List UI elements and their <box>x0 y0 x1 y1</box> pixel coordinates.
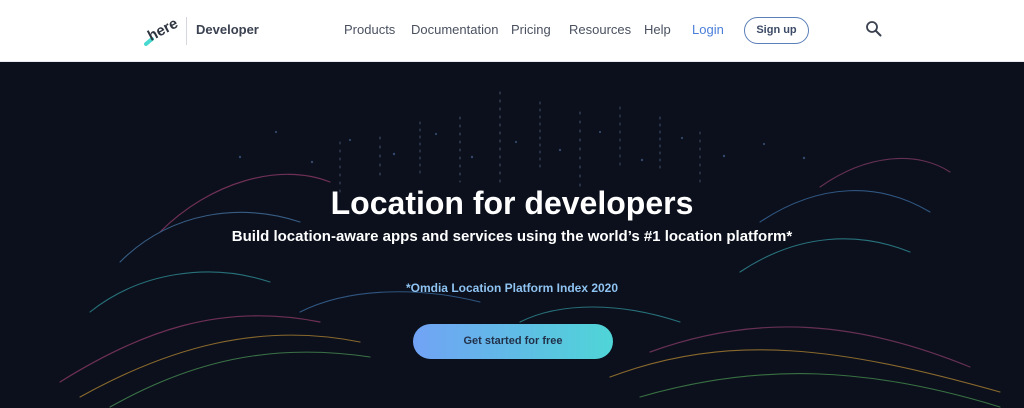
nav-products[interactable]: Products <box>344 22 395 37</box>
hero-subtitle: Build location-aware apps and services u… <box>231 228 793 245</box>
logo-divider <box>186 17 187 45</box>
svg-text:here: here <box>145 16 181 45</box>
nav-help[interactable]: Help <box>644 22 671 37</box>
hero-section: Location for developers Build location-a… <box>0 62 1024 408</box>
here-logo-icon[interactable]: here <box>144 15 182 46</box>
nav-documentation[interactable]: Documentation <box>411 22 498 37</box>
sign-up-button[interactable]: Sign up <box>744 17 809 44</box>
nav-pricing[interactable]: Pricing <box>511 22 551 37</box>
get-started-button[interactable]: Get started for free <box>413 324 613 359</box>
hero-footnote: *Omdia Location Platform Index 2020 <box>405 281 619 295</box>
hero-title: Location for developers <box>330 185 694 221</box>
search-icon[interactable] <box>865 20 883 38</box>
site-header: here Developer Products Documentation Pr… <box>0 0 1024 62</box>
nav-resources[interactable]: Resources <box>569 22 631 37</box>
brand-label[interactable]: Developer <box>196 22 259 37</box>
login-link[interactable]: Login <box>692 22 724 37</box>
